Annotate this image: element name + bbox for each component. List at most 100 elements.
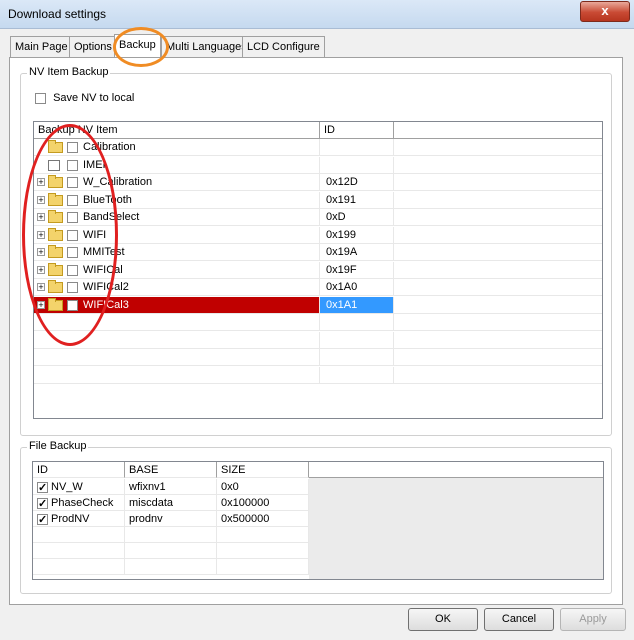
nv-name-cell: [34, 366, 320, 384]
nv-id-cell: 0x1A1: [320, 296, 394, 314]
nv-blank-cell: [394, 314, 602, 331]
file-backup-row[interactable]: ProdNV prodnv 0x500000: [33, 511, 603, 528]
nv-blank-cell: [394, 332, 602, 349]
nv-id-cell: [320, 349, 394, 366]
nv-tree-empty-row: [34, 349, 602, 366]
nv-blank-cell: [394, 192, 602, 209]
file-size-text: 0x500000: [221, 513, 270, 526]
file-backup-empty-row: [33, 543, 603, 559]
file-size-cell: 0x500000: [217, 511, 309, 527]
file-backup-empty-row: [33, 527, 603, 543]
title-bar: Download settings x: [0, 0, 634, 29]
column-header-base[interactable]: BASE: [125, 462, 217, 478]
file-base-cell: [125, 527, 217, 543]
tab-multi-languages[interactable]: Multi Languages: [161, 36, 252, 57]
nv-tree-row[interactable]: + W_Calibration 0x12D: [34, 174, 602, 191]
tab-lcd-configure[interactable]: LCD Configure: [242, 36, 325, 57]
file-id-cell: PhaseCheck: [33, 495, 125, 512]
nv-tree-row[interactable]: + WIFICal 0x19F: [34, 261, 602, 279]
file-backup-row[interactable]: NV_W wfixnv1 0x0: [33, 479, 603, 496]
nv-id-cell: [320, 331, 394, 349]
file-size-text: 0x0: [221, 481, 239, 494]
file-id-text: ProdNV: [51, 513, 90, 526]
nv-tree-row[interactable]: + MMITest 0x19A: [34, 244, 602, 261]
file-base-text: prodnv: [129, 513, 163, 526]
file-base-cell: miscdata: [125, 495, 217, 511]
nv-blank-cell: [394, 227, 602, 244]
nv-tree-row[interactable]: + WIFI 0x199: [34, 226, 602, 244]
nv-item-tree[interactable]: Backup NV Item ID Calibration IMEI + W_Cali…: [33, 121, 603, 419]
file-backup-checkbox[interactable]: [37, 512, 48, 528]
file-base-text: miscdata: [129, 497, 174, 510]
save-nv-local-checkbox[interactable]: [35, 92, 46, 104]
tab-options[interactable]: Options: [69, 36, 117, 57]
nv-id-cell: 0x191: [320, 191, 394, 209]
save-nv-local-option[interactable]: Save NV to local: [35, 92, 134, 106]
nv-tree-row[interactable]: + BandSelect 0xD: [34, 209, 602, 226]
file-size-cell: 0x0: [217, 479, 309, 495]
nv-blank-cell: [394, 367, 602, 384]
file-backup-checkbox[interactable]: [37, 496, 48, 512]
nv-id-cell: [320, 366, 394, 384]
file-backup-empty-row: [33, 559, 603, 575]
nv-id-cell: 0xD: [320, 209, 394, 226]
nv-id-cell: [320, 314, 394, 331]
file-backup-label: File Backup: [27, 440, 89, 452]
nv-tree-row[interactable]: + WIFICal2 0x1A0: [34, 279, 602, 296]
annotation-red-oval: [22, 124, 118, 346]
file-list-header: ID BASE SIZE: [33, 462, 603, 478]
window-title: Download settings: [8, 7, 107, 21]
column-header-file-id[interactable]: ID: [33, 462, 125, 478]
nv-id-cell: 0x19F: [320, 261, 394, 279]
nv-id-cell: 0x199: [320, 226, 394, 244]
nv-tree-empty-row: [34, 366, 602, 384]
nv-tree-empty-row: [34, 314, 602, 331]
close-icon: x: [601, 3, 609, 18]
nv-blank-cell: [394, 349, 602, 366]
nv-tree-empty-row: [34, 331, 602, 349]
file-size-cell: [217, 559, 309, 575]
nv-blank-cell: [394, 139, 602, 156]
file-id-cell: NV_W: [33, 479, 125, 496]
nv-tree-row[interactable]: + BlueTooth 0x191: [34, 191, 602, 209]
nv-name-cell: [34, 349, 320, 366]
tab-main-page[interactable]: Main Page: [10, 36, 73, 57]
nv-blank-cell: [394, 279, 602, 296]
backup-tab-panel: NV Item Backup Save NV to local Backup N…: [9, 57, 623, 605]
file-id-cell: ProdNV: [33, 511, 125, 528]
annotation-orange-circle: [113, 27, 169, 67]
file-size-cell: [217, 543, 309, 559]
close-button[interactable]: x: [580, 1, 630, 22]
ok-button[interactable]: OK: [408, 608, 478, 631]
file-base-cell: prodnv: [125, 511, 217, 527]
nv-blank-cell: [394, 244, 602, 261]
nv-blank-cell: [394, 157, 602, 174]
file-backup-row[interactable]: PhaseCheck miscdata 0x100000: [33, 495, 603, 512]
file-id-cell: [33, 559, 125, 575]
file-base-cell: [125, 543, 217, 559]
file-base-cell: wfixnv1: [125, 479, 217, 495]
nv-tree-row[interactable]: IMEI: [34, 156, 602, 174]
column-header-size[interactable]: SIZE: [217, 462, 309, 478]
file-backup-list[interactable]: ID BASE SIZE NV_W wfixnv1 0x0 PhaseCheck mis…: [32, 461, 604, 580]
file-id-cell: [33, 527, 125, 543]
file-id-cell: [33, 543, 125, 559]
column-header-id[interactable]: ID: [320, 122, 394, 138]
file-size-cell: 0x100000: [217, 495, 309, 511]
file-base-cell: [125, 559, 217, 575]
file-id-text: PhaseCheck: [51, 497, 114, 510]
nv-tree-row[interactable]: Calibration: [34, 139, 602, 156]
nv-tree-row[interactable]: + WIFICal3 0x1A1: [34, 296, 602, 314]
cancel-button[interactable]: Cancel: [484, 608, 554, 631]
nv-id-cell: [320, 139, 394, 156]
nv-id-cell: [320, 156, 394, 174]
apply-button[interactable]: Apply: [560, 608, 626, 631]
file-backup-checkbox[interactable]: [37, 480, 48, 496]
file-base-text: wfixnv1: [129, 481, 166, 494]
nv-id-cell: 0x19A: [320, 244, 394, 261]
nv-id-cell: 0x1A0: [320, 279, 394, 296]
nv-item-backup-label: NV Item Backup: [27, 66, 111, 78]
file-size-cell: [217, 527, 309, 543]
nv-blank-cell: [394, 297, 602, 314]
nv-blank-cell: [394, 209, 602, 226]
